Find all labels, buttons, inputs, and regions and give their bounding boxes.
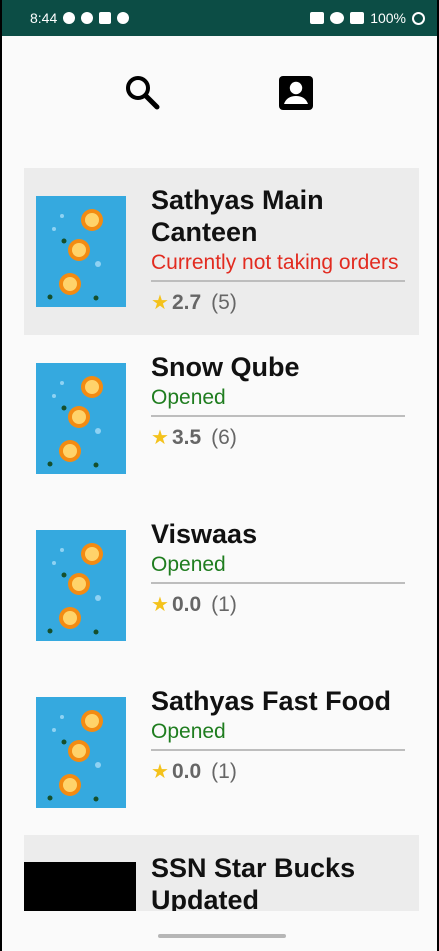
star-icon: ★: [151, 593, 169, 616]
restaurant-status: Currently not taking orders: [151, 251, 399, 274]
battery-icon: [412, 11, 425, 25]
restaurant-name: SSN Star Bucks Updated: [151, 853, 356, 911]
star-icon: ★: [151, 760, 169, 783]
status-left: 8:44: [30, 10, 130, 26]
orange-slices-image: [36, 196, 126, 307]
rating-count: (6): [211, 426, 237, 449]
orange-slices-image: [36, 697, 126, 808]
rating-value: 0.0: [171, 593, 202, 616]
restaurant-list: Sathyas Main Canteen Currently not takin…: [24, 168, 419, 836]
restaurant-card[interactable]: Viswaas Opened ★ 0.0 (1): [24, 502, 419, 669]
orange-slices-image: [36, 530, 126, 641]
restaurant-card[interactable]: Sathyas Main Canteen Currently not takin…: [24, 168, 419, 335]
wifi-icon: [330, 12, 345, 24]
restaurant-status: Opened: [151, 386, 226, 409]
record-icon: [117, 12, 130, 24]
whatsapp-icon: [81, 12, 94, 24]
star-icon: ★: [151, 426, 169, 449]
restaurant-status: Opened: [151, 553, 226, 576]
orange-slices-image: [36, 363, 126, 474]
signal-icon: [350, 12, 365, 24]
rating-row: ★ 0.0 (1): [151, 592, 405, 617]
status-bar: 8:44 100%: [2, 0, 437, 36]
restaurant-divider: [151, 415, 405, 417]
rating-count: (5): [211, 291, 237, 314]
restaurant-status: Opened: [151, 720, 226, 743]
top-actions: [2, 36, 437, 148]
home-indicator[interactable]: [158, 934, 286, 938]
restaurant-divider: [151, 280, 405, 282]
restaurant-thumbnail: [36, 530, 126, 641]
search-icon: [126, 76, 160, 110]
restaurant-name: Sathyas Fast Food: [151, 686, 392, 716]
account-box-icon: [279, 76, 313, 110]
rating-count: (1): [211, 593, 237, 616]
restaurant-card[interactable]: Snow Qube Opened ★ 3.5 (6): [24, 335, 419, 502]
message-icon: [63, 12, 76, 24]
restaurant-name: Sathyas Main Canteen: [151, 185, 324, 247]
rating-value: 0.0: [171, 760, 202, 783]
profile-button[interactable]: [276, 73, 316, 113]
restaurant-info: Viswaas Opened ★ 0.0 (1): [151, 518, 405, 617]
gmail-icon: [99, 12, 112, 24]
search-button[interactable]: [122, 73, 162, 113]
status-time: 8:44: [30, 10, 58, 26]
restaurant-thumbnail: [36, 363, 126, 474]
restaurant-thumbnail: [36, 196, 126, 307]
rating-value: 3.5: [171, 426, 202, 449]
partial-restaurant-card[interactable]: SSN Star Bucks Updated: [24, 835, 419, 911]
app-screen: 8:44 100% Sathyas Main Canteen Currently…: [2, 0, 437, 951]
restaurant-thumbnail: [24, 862, 136, 911]
restaurant-info: Sathyas Main Canteen Currently not takin…: [151, 184, 405, 315]
restaurant-info: Snow Qube Opened ★ 3.5 (6): [151, 351, 405, 450]
restaurant-name: Snow Qube: [151, 352, 300, 382]
battery-text: 100%: [370, 10, 406, 26]
star-icon: ★: [151, 291, 169, 314]
restaurant-divider: [151, 582, 405, 584]
restaurant-card[interactable]: Sathyas Fast Food Opened ★ 0.0 (1): [24, 669, 419, 836]
restaurant-name: Viswaas: [151, 519, 258, 549]
rating-value: 2.7: [171, 291, 202, 314]
rating-count: (1): [211, 760, 237, 783]
restaurant-info: Sathyas Fast Food Opened ★ 0.0 (1): [151, 685, 405, 784]
rating-row: ★ 3.5 (6): [151, 425, 405, 450]
rating-row: ★ 0.0 (1): [151, 759, 405, 784]
restaurant-divider: [151, 749, 405, 751]
cast-icon: [310, 12, 325, 24]
status-right: 100%: [310, 10, 425, 26]
restaurant-thumbnail: [36, 697, 126, 808]
rating-row: ★ 2.7 (5): [151, 290, 405, 315]
